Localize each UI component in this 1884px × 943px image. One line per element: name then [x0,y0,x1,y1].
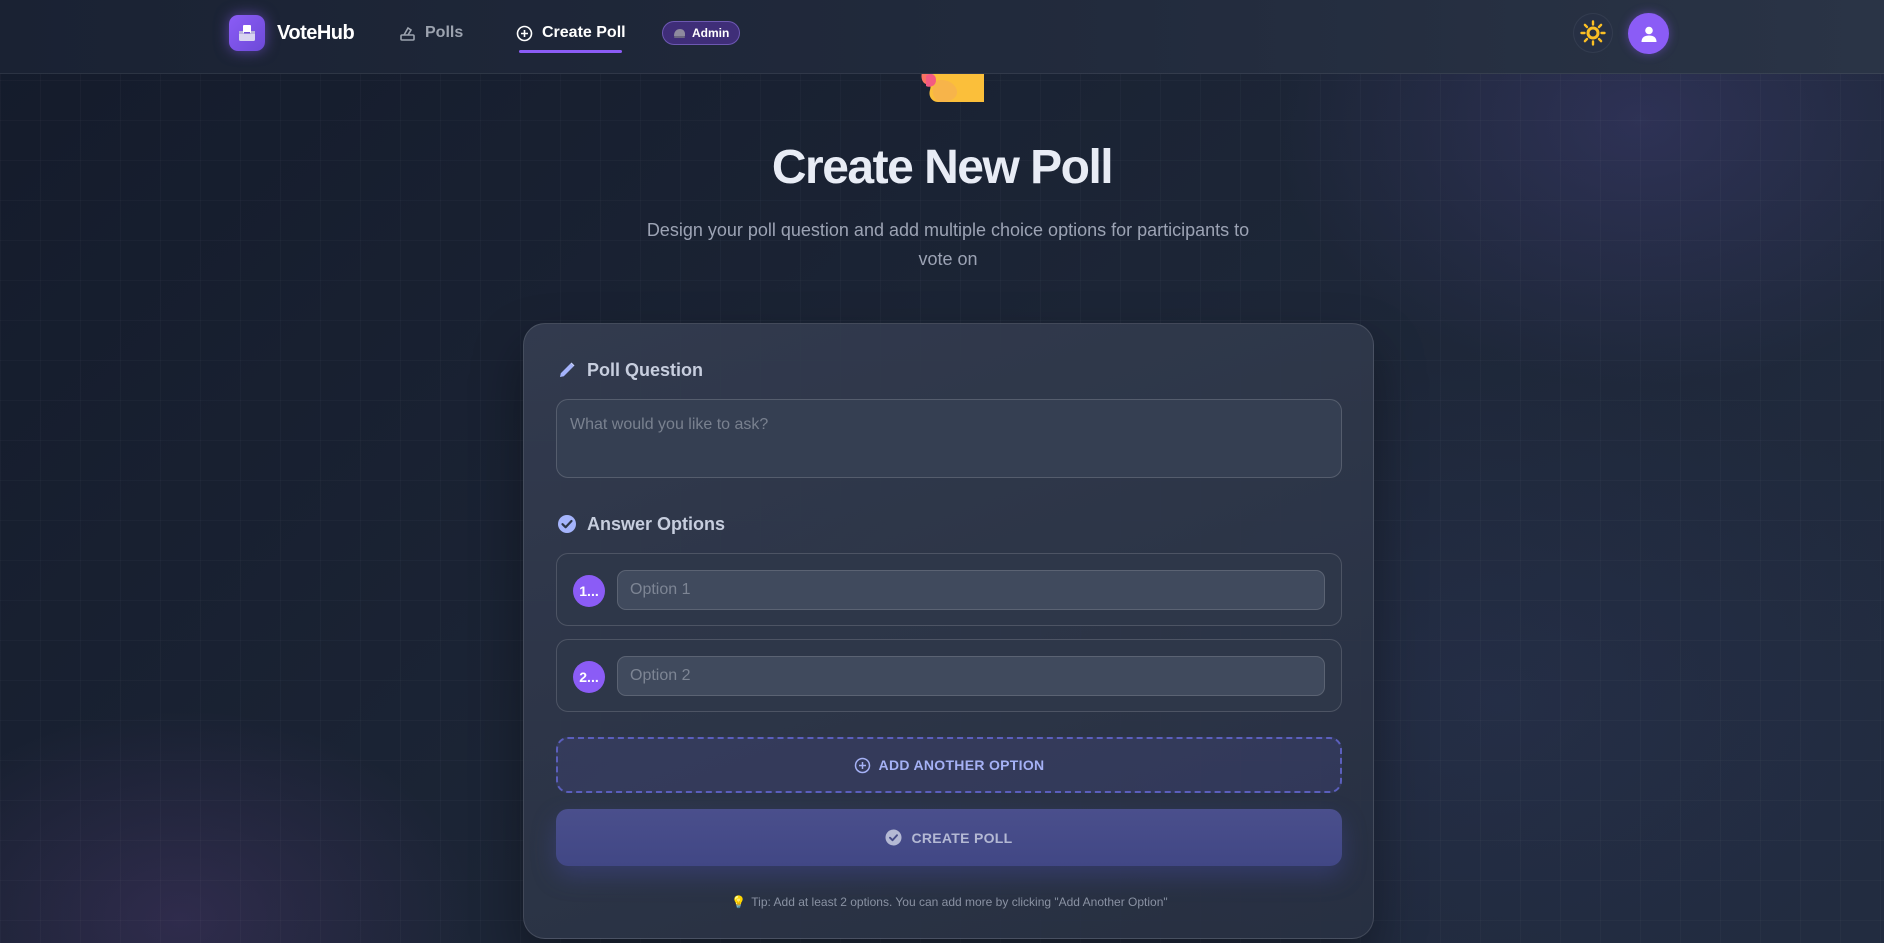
option-number-badge: 1... [573,575,605,607]
page-subtitle: Design your poll question and add multip… [646,220,1250,269]
poll-question-label: Poll Question [557,359,703,381]
brand-name: VoteHub [277,21,355,44]
sun-icon [1580,20,1606,46]
nav-link-label: Polls [425,24,464,41]
tip-message: Tip: Add at least 2 options. You can add… [751,895,1168,909]
poll-question-input[interactable] [556,399,1342,478]
poll-question-label-text: Poll Question [587,359,704,380]
answer-options-label-text: Answer Options [587,513,726,534]
ballot-hand-icon [399,25,416,42]
add-another-option-button[interactable]: ADD ANOTHER OPTION [556,737,1342,793]
tip-text: 💡 Tip: Add at least 2 options. You can ad… [524,895,1375,909]
option-input-2[interactable] [617,656,1325,696]
admin-badge: Admin [662,21,741,45]
lightbulb-icon: 💡 [731,895,747,909]
admin-badge-label: Admin [692,26,730,40]
pencil-icon [557,360,577,380]
answer-options-label: Answer Options [557,513,725,535]
nav-link-polls[interactable]: Polls [399,20,463,46]
ballot-box-logo-icon [229,15,265,51]
option-row: 1... [556,553,1342,626]
admin-helmet-icon [673,27,686,40]
brand-link[interactable]: VoteHub [229,15,355,51]
check-circle-icon [885,829,902,846]
nav-link-label: Create Poll [542,24,626,41]
plus-circle-icon [516,25,533,42]
active-tab-indicator [519,50,622,53]
nav-link-create-poll[interactable]: Create Poll [516,20,626,46]
create-poll-button[interactable]: CREATE POLL [556,809,1342,866]
check-circle-icon [557,514,577,534]
create-poll-label: CREATE POLL [911,829,1013,846]
option-input-1[interactable] [617,570,1325,610]
create-poll-form-card: Poll Question Answer Options 1... 2... A… [523,323,1374,939]
option-row: 2... [556,639,1342,712]
user-avatar-button[interactable] [1628,13,1669,54]
theme-toggle-button[interactable] [1573,13,1613,53]
top-navbar: VoteHub Polls Create Poll Admin [0,0,1884,74]
page-title: Create New Poll [771,141,1114,194]
option-number-badge: 2... [573,661,605,693]
user-icon [1640,25,1658,43]
plus-circle-icon [854,757,871,774]
add-option-label: ADD ANOTHER OPTION [878,757,1045,773]
